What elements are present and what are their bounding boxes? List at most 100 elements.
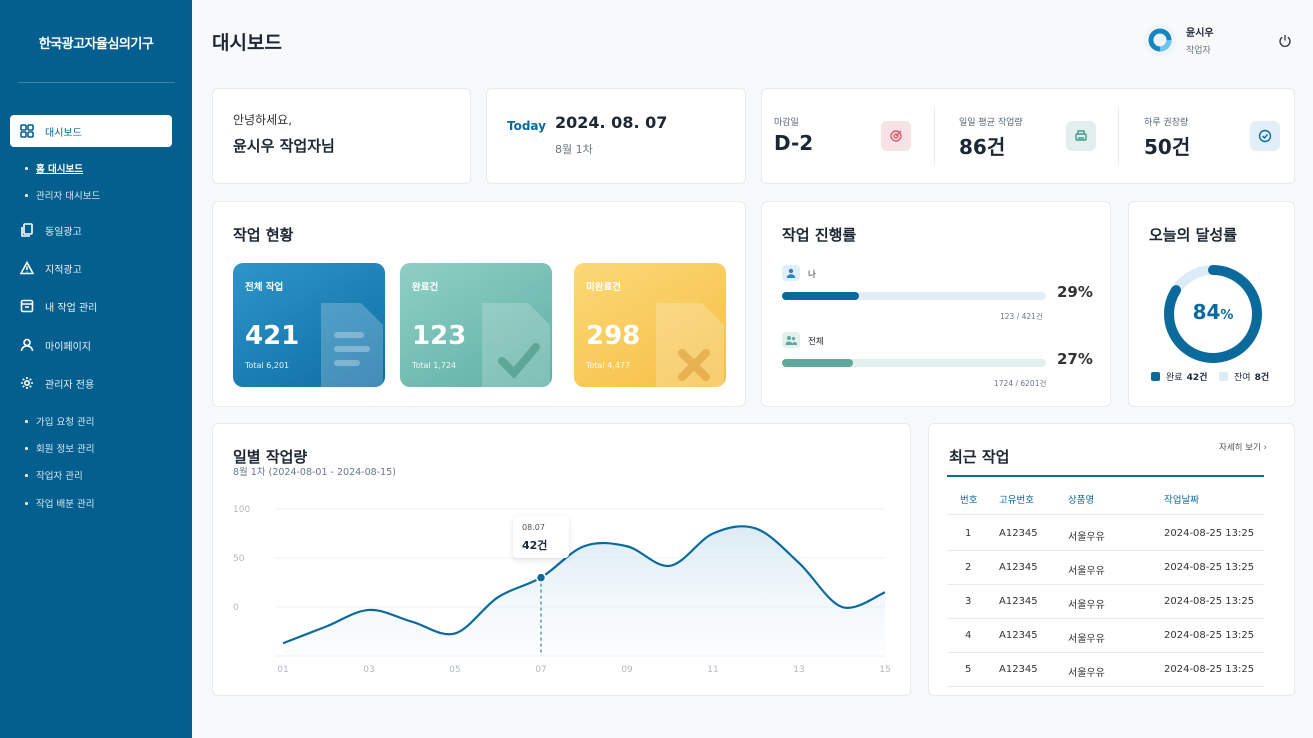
group-icon [782, 332, 800, 348]
tile-incomplete[interactable]: 미완료건 298 Total 4,477 [574, 263, 726, 387]
tile-value: 298 [586, 321, 641, 351]
avatar-logo-icon [1148, 28, 1172, 52]
sidebar: 한국광고자율심의기구 대시보드 홈 대시보드 관리자 대시보드 동일광고 지적광… [0, 0, 192, 738]
more-link[interactable]: 자세히 보기 › [1219, 441, 1267, 453]
warning-icon [19, 260, 35, 276]
sidebar-sub-work-assign[interactable]: 작업 배분 관리 [25, 496, 94, 510]
copy-icon [19, 222, 35, 238]
table-cell: 2024-08-25 13:25 [1164, 528, 1255, 539]
tile-label: 완료건 [412, 282, 439, 293]
x-tick-label: 09 [621, 665, 633, 675]
divider [934, 107, 935, 165]
table-cell: A12345 [999, 664, 1038, 675]
highlight-point [535, 572, 547, 583]
table-cell: 1 [965, 528, 972, 539]
table-cell: 서울우유 [1068, 532, 1105, 543]
sidebar-sub-home-dashboard[interactable]: 홈 대시보드 [25, 161, 83, 175]
daily-chart-card: 일별 작업량 8월 1차 (2024-08-01 - 2024-08-15) 1… [212, 423, 911, 696]
tile-total[interactable]: 전체 작업 421 Total 6,201 [233, 263, 385, 387]
data-point [410, 620, 414, 624]
legend-label: 완료 [1166, 373, 1183, 383]
table-cell: 2024-08-25 13:25 [1164, 630, 1255, 641]
divider [1118, 107, 1119, 165]
sidebar-sub-member-info[interactable]: 회원 정보 관리 [25, 441, 94, 455]
table-top-border [947, 475, 1264, 477]
data-point [668, 564, 672, 568]
printer-icon [1066, 121, 1096, 151]
table-cell: 3 [965, 596, 972, 607]
table-cell: A12345 [999, 562, 1038, 573]
document-icon [321, 303, 383, 387]
sidebar-sub-signup-requests[interactable]: 가입 요청 관리 [25, 414, 94, 428]
gear-icon [19, 375, 35, 391]
table-cell: 서울우유 [1068, 668, 1105, 679]
today-week: 8월 1차 [555, 143, 593, 156]
sidebar-sub-worker-manage[interactable]: 작업자 관리 [25, 468, 83, 482]
power-icon[interactable] [1278, 33, 1292, 47]
bullet [25, 166, 28, 170]
x-tick-label: 01 [277, 665, 288, 675]
tooltip-value: 42건 [522, 538, 548, 552]
progress-card: 작업 진행률 나 29% 123 / 421건 전체 27% 1724 / 62… [761, 201, 1111, 407]
table-row[interactable]: 1 A12345 서울우유 2024-08-25 13:25 [947, 517, 1264, 551]
tile-completed[interactable]: 완료건 123 Total 1,724 [400, 263, 552, 387]
sidebar-item-my-work[interactable]: 내 작업 관리 [10, 290, 172, 322]
data-point [711, 532, 715, 536]
tile-total-count: Total 4,477 [586, 361, 631, 370]
sidebar-item-label: 대시보드 [45, 127, 82, 139]
table-row[interactable]: 4 A12345 서울우유 2024-08-25 13:25 [947, 619, 1264, 653]
table-cell: 서울우유 [1068, 566, 1105, 577]
greeting-card: 안녕하세요, 윤시우 작업자님 [212, 88, 471, 184]
table-header: 번호 고유번호 상품명 작업날짜 [947, 481, 1264, 515]
bullet [25, 473, 28, 477]
stat-label: 마감일 [774, 118, 799, 128]
table-cell: 서울우유 [1068, 600, 1105, 611]
sidebar-item-dashboard[interactable]: 대시보드 [10, 115, 172, 147]
column-header: 고유번호 [999, 495, 1034, 506]
table-row[interactable]: 3 A12345 서울우유 2024-08-25 13:25 [947, 585, 1264, 619]
data-point [625, 544, 629, 548]
stat-label: 일일 평균 작업량 [959, 118, 1023, 128]
tile-label: 미완료건 [586, 282, 621, 293]
sidebar-sub-label: 홈 대시보드 [36, 164, 84, 175]
achievement-card: 오늘의 달성률 84% 완료 42건 잔여 8건 [1128, 201, 1295, 407]
sidebar-item-same-ad[interactable]: 동일광고 [10, 214, 172, 246]
user-profile[interactable]: 윤시우 작업자 [1144, 24, 1214, 56]
column-header: 작업날짜 [1164, 495, 1199, 506]
progress-bar [782, 292, 1046, 300]
sidebar-sub-label: 관리자 대시보드 [36, 191, 101, 202]
sidebar-item-admin[interactable]: 관리자 전용 [10, 367, 172, 399]
today-date: 2024. 08. 07 [555, 113, 668, 132]
x-tick-label: 11 [707, 665, 718, 675]
bullet [25, 501, 28, 505]
table-row[interactable]: 5 A12345 서울우유 2024-08-25 13:25 [947, 653, 1264, 687]
sidebar-sub-admin-dashboard[interactable]: 관리자 대시보드 [25, 188, 100, 202]
sidebar-item-flagged-ad[interactable]: 지적광고 [10, 252, 172, 284]
legend-value: 42건 [1186, 373, 1208, 383]
sidebar-item-label: 지적광고 [45, 264, 82, 276]
data-point [754, 527, 758, 531]
progress-bar [782, 359, 1046, 367]
table-cell: A12345 [999, 630, 1038, 641]
sidebar-item-mypage[interactable]: 마이페이지 [10, 329, 172, 361]
tile-value: 123 [412, 321, 467, 351]
brand-logo[interactable]: 한국광고자율심의기구 [0, 33, 192, 52]
today-card: Today 2024. 08. 07 8월 1차 [486, 88, 746, 184]
table-row[interactable]: 2 A12345 서울우유 2024-08-25 13:25 [947, 551, 1264, 585]
progress-count: 1724 / 6201건 [994, 379, 1047, 388]
data-point [840, 605, 844, 609]
progress-fill [782, 359, 854, 367]
x-document-icon [656, 303, 724, 387]
table-cell: A12345 [999, 528, 1038, 539]
achievement-value: 84% [1157, 300, 1269, 324]
page-title: 대시보드 [212, 32, 282, 54]
work-status-title: 작업 현황 [233, 226, 294, 244]
legend-remain: 잔여 8건 [1219, 370, 1269, 383]
check-circle-icon [1250, 121, 1280, 151]
data-point [582, 544, 586, 548]
today-label: Today [507, 119, 546, 133]
target-icon [881, 121, 911, 151]
brand-divider [18, 82, 175, 83]
chevron-right-icon: › [1263, 443, 1267, 453]
legend-swatch [1219, 372, 1228, 381]
